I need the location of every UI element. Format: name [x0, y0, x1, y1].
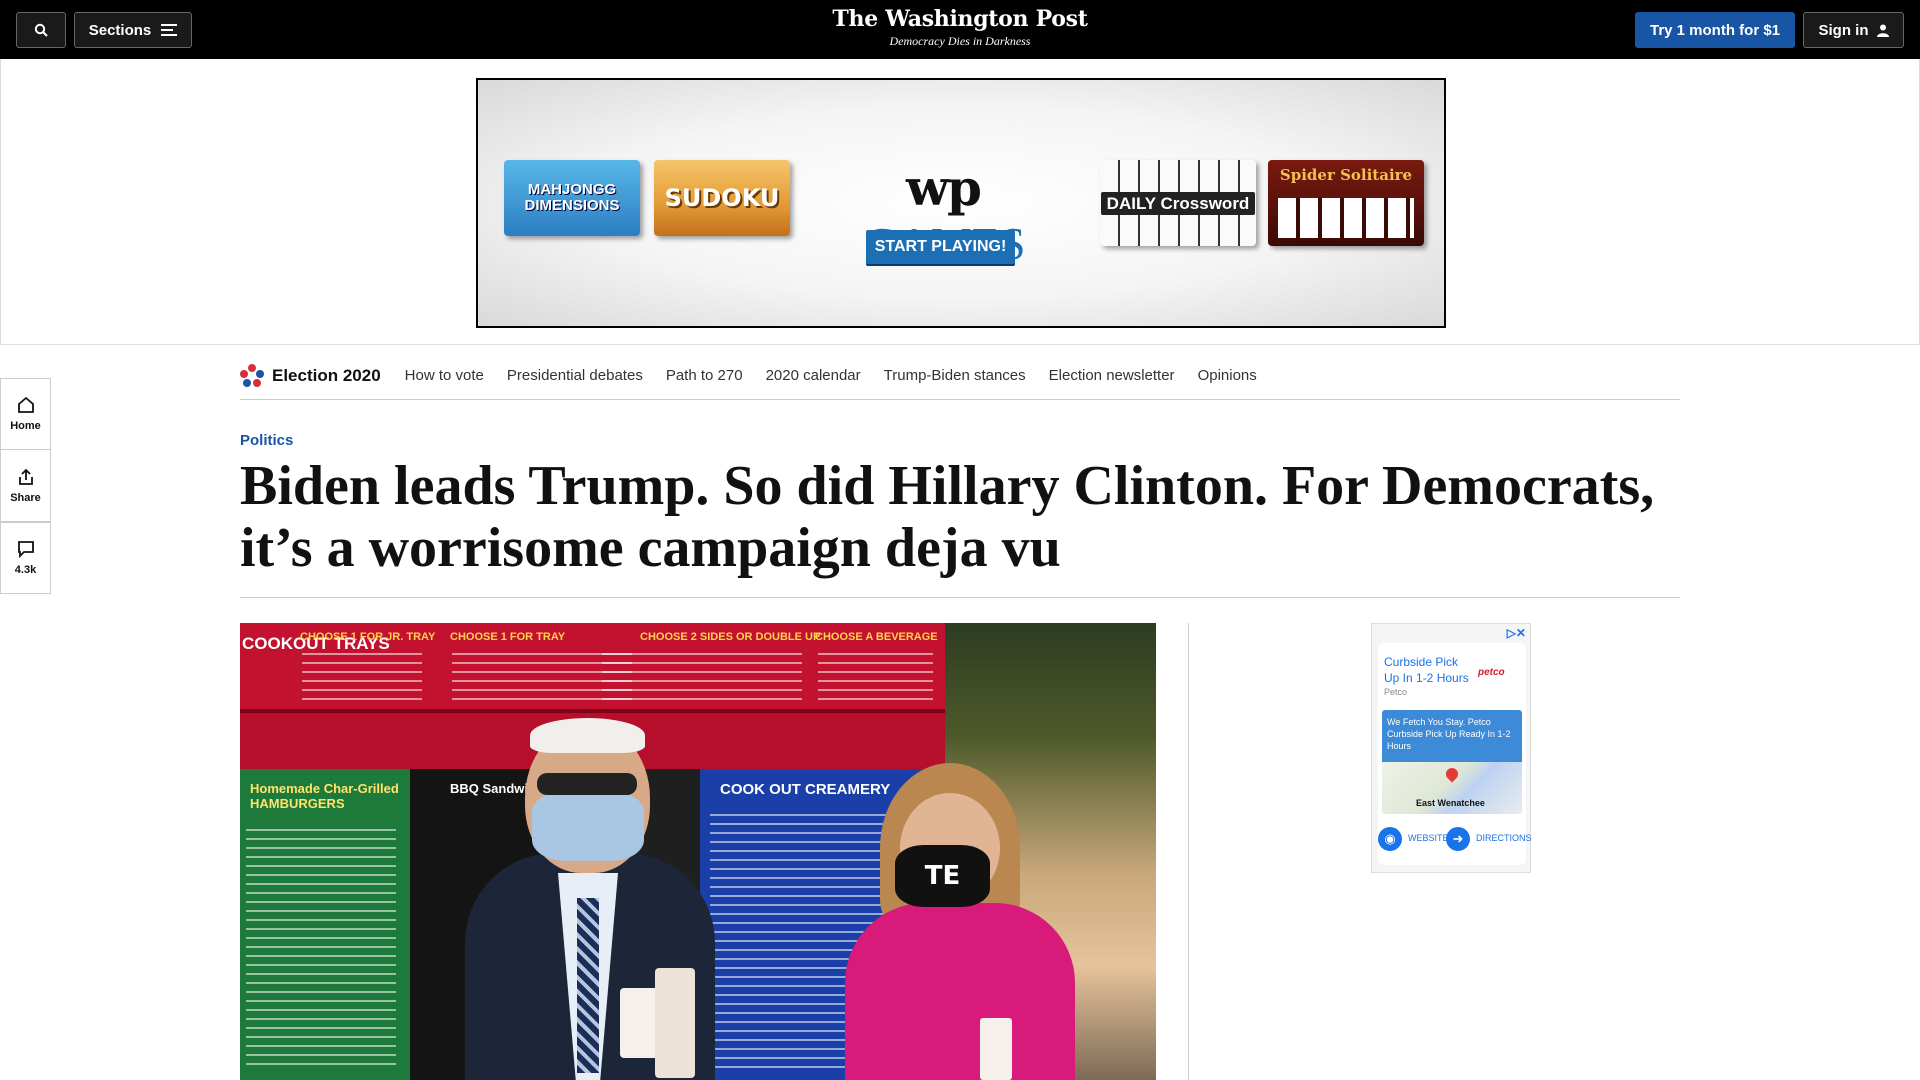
comment-icon	[17, 541, 34, 558]
menu-creamery-text: COOK OUT CREAMERY	[720, 781, 891, 798]
menu-panel-green: Homemade Char-Grilled HAMBURGERS	[240, 769, 410, 1080]
home-label: Home	[10, 420, 41, 432]
start-playing-button[interactable]: START PLAYING!	[866, 230, 1015, 264]
map-pin-icon	[1443, 765, 1461, 783]
sudoku-tile[interactable]: SUDOKU	[654, 160, 790, 236]
map-location-label: East Wenatchee	[1416, 798, 1485, 808]
menu-header: COOKOUT TRAYS CHOOSE 1 FOR JR. TRAY CHOO…	[240, 623, 945, 713]
hamburger-icon	[161, 24, 178, 36]
headline-divider	[240, 597, 1680, 598]
ad-map[interactable]: East Wenatchee	[1382, 762, 1522, 814]
article-headline: Biden leads Trump. So did Hillary Clinto…	[240, 455, 1655, 579]
nav-2020-calendar[interactable]: 2020 calendar	[766, 367, 861, 384]
sudoku-label: SUDOKU	[664, 184, 780, 212]
crossword-label: DAILY Crossword	[1100, 191, 1256, 215]
face-mask: TE	[895, 845, 990, 907]
search-button[interactable]	[16, 12, 66, 48]
subscribe-button[interactable]: Try 1 month for $1	[1635, 12, 1795, 48]
wp-games-ad[interactable]: MAHJONGG DIMENSIONS SUDOKU wpGAMES START…	[476, 78, 1446, 328]
share-label: Share	[10, 491, 41, 504]
ad-advertiser: Petco	[1384, 687, 1408, 697]
menu-tray-text: CHOOSE 1 FOR TRAY	[450, 631, 566, 643]
nav-how-to-vote[interactable]: How to vote	[405, 367, 484, 384]
side-ad[interactable]: ▷✕ Curbside Pick Up In 1-2 Hours petco P…	[1371, 623, 1532, 873]
menu-sides-text: CHOOSE 2 SIDES OR DOUBLE UP	[640, 631, 821, 643]
nav-trump-biden-stances[interactable]: Trump-Biden stances	[884, 367, 1026, 384]
sections-button[interactable]: Sections	[74, 12, 192, 48]
lead-photo[interactable]: COOKOUT TRAYS CHOOSE 1 FOR JR. TRAY CHOO…	[240, 623, 1156, 1080]
comments-rail-button[interactable]: 4.3k	[0, 522, 51, 594]
section-kicker[interactable]: Politics	[240, 432, 293, 449]
ad-headline-1[interactable]: Curbside Pick	[1384, 654, 1458, 670]
spider-solitaire-tile[interactable]: Spider Solitaire	[1268, 160, 1424, 246]
masthead-tagline: Democracy Dies in Darkness	[889, 34, 1031, 48]
menu-jr-tray-text: CHOOSE 1 FOR JR. TRAY	[300, 631, 436, 643]
directions-icon[interactable]: ➜	[1446, 827, 1470, 851]
website-link[interactable]: WEBSITE	[1408, 833, 1449, 843]
menu-lines	[302, 653, 422, 705]
petco-logo: petco	[1478, 667, 1505, 678]
home-icon	[17, 396, 34, 413]
mahjong-tile[interactable]: MAHJONGG DIMENSIONS	[504, 160, 640, 236]
menu-lines	[602, 653, 802, 705]
top-bar: Sections The Washington Post Democracy D…	[0, 0, 1920, 59]
nav-opinions[interactable]: Opinions	[1198, 367, 1257, 384]
milkshake-cup	[655, 968, 695, 1078]
ad-headline-2[interactable]: Up In 1-2 Hours	[1384, 670, 1469, 686]
column-divider	[1188, 623, 1189, 1080]
nav-presidential-debates[interactable]: Presidential debates	[507, 367, 643, 384]
election-star-icon	[240, 363, 264, 388]
spider-label: Spider Solitaire	[1279, 166, 1413, 184]
masthead-logo: The Washington Post	[832, 6, 1088, 32]
drink-cup	[980, 1018, 1012, 1080]
election-2020-link[interactable]: Election 2020	[272, 366, 381, 386]
magnifier-icon	[34, 23, 48, 37]
drink-cup	[620, 988, 660, 1058]
person-hair	[530, 718, 645, 753]
comments-count: 4.3k	[14, 564, 37, 576]
sign-in-label: Sign in	[1818, 21, 1869, 39]
sections-label: Sections	[88, 21, 152, 39]
home-rail-button[interactable]: Home	[0, 378, 51, 450]
user-icon	[1876, 24, 1889, 37]
face-mask	[532, 791, 644, 861]
sign-in-button[interactable]: Sign in	[1803, 12, 1904, 48]
menu-lines	[818, 653, 933, 705]
playing-cards-graphic	[1278, 198, 1414, 238]
share-rail-button[interactable]: Share	[0, 450, 51, 522]
ad-promo-text[interactable]: We Fetch You Stay. Petco Curbside Pick U…	[1382, 710, 1522, 762]
wp-logo: wp	[905, 158, 982, 217]
menu-lines	[246, 829, 396, 1069]
menu-hamburgers-text: Homemade Char-Grilled HAMBURGERS	[250, 781, 399, 811]
ad-choices-icon[interactable]: ▷✕	[1507, 626, 1526, 640]
crossword-tile[interactable]: DAILY Crossword	[1100, 160, 1256, 246]
person-pink-shirt	[845, 903, 1075, 1080]
menu-beverage-text: CHOOSE A BEVERAGE	[815, 631, 938, 643]
masthead[interactable]: The Washington Post Democracy Dies in Da…	[760, 6, 1160, 49]
nav-path-to-270[interactable]: Path to 270	[666, 367, 743, 384]
nav-election-newsletter[interactable]: Election newsletter	[1049, 367, 1175, 384]
globe-icon[interactable]: ◉	[1378, 827, 1402, 851]
election-nav: Election 2020 How to vote Presidential d…	[240, 352, 1680, 400]
ad-container: MAHJONGG DIMENSIONS SUDOKU wpGAMES START…	[0, 59, 1920, 345]
share-icon	[18, 468, 33, 485]
mahjong-label: MAHJONGG DIMENSIONS	[524, 181, 620, 214]
directions-link[interactable]: DIRECTIONS	[1476, 833, 1532, 843]
person-tie	[577, 898, 599, 1073]
sunglasses	[537, 773, 637, 795]
